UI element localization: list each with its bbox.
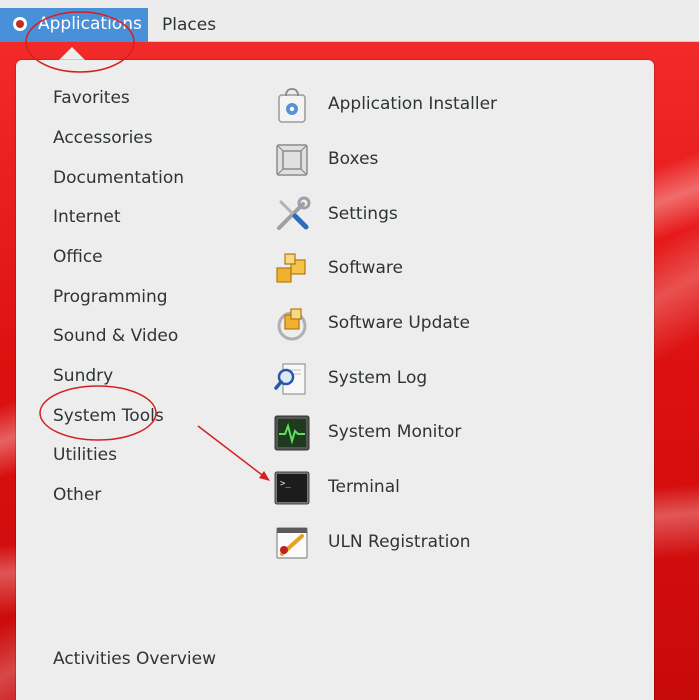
app-software-update[interactable]: Software Update bbox=[273, 305, 633, 349]
category-other[interactable]: Other bbox=[53, 485, 101, 505]
activities-overview-link[interactable]: Activities Overview bbox=[53, 649, 216, 669]
category-utilities[interactable]: Utilities bbox=[53, 445, 117, 465]
uln-registration-icon bbox=[276, 527, 308, 559]
system-monitor-icon bbox=[274, 415, 310, 451]
app-boxes[interactable]: Boxes bbox=[273, 141, 633, 185]
category-accessories[interactable]: Accessories bbox=[53, 128, 153, 148]
distro-logo-icon bbox=[13, 17, 27, 31]
app-application-installer[interactable]: Application Installer bbox=[273, 86, 633, 130]
app-label: System Monitor bbox=[328, 422, 462, 442]
app-system-log[interactable]: System Log bbox=[273, 360, 633, 404]
app-label: Software bbox=[328, 258, 403, 278]
svg-text:>_: >_ bbox=[280, 479, 291, 489]
software-icon bbox=[276, 253, 306, 283]
category-sundry[interactable]: Sundry bbox=[53, 366, 113, 386]
app-label: ULN Registration bbox=[328, 532, 471, 552]
menu-pointer bbox=[58, 47, 86, 61]
app-label: Application Installer bbox=[328, 94, 498, 114]
app-label: Settings bbox=[328, 204, 398, 224]
app-terminal[interactable]: >_ Terminal bbox=[273, 469, 633, 513]
category-sound-video[interactable]: Sound & Video bbox=[53, 326, 178, 346]
category-system-tools[interactable]: System Tools bbox=[53, 406, 164, 426]
applications-menu-button[interactable]: Applications bbox=[0, 8, 148, 42]
app-settings[interactable]: Settings bbox=[273, 196, 633, 240]
app-label: Software Update bbox=[328, 313, 470, 333]
category-programming[interactable]: Programming bbox=[53, 287, 168, 307]
app-label: Terminal bbox=[328, 477, 400, 497]
settings-icon bbox=[277, 196, 311, 230]
system-log-icon bbox=[274, 363, 306, 395]
app-label: Boxes bbox=[328, 149, 379, 169]
application-installer-icon bbox=[278, 88, 306, 123]
boxes-icon bbox=[276, 144, 308, 176]
category-internet[interactable]: Internet bbox=[53, 207, 121, 227]
terminal-icon: >_ bbox=[274, 471, 310, 505]
category-documentation[interactable]: Documentation bbox=[53, 168, 184, 188]
category-favorites[interactable]: Favorites bbox=[53, 88, 130, 108]
app-system-monitor[interactable]: System Monitor bbox=[273, 414, 633, 458]
software-update-icon bbox=[277, 308, 307, 341]
category-office[interactable]: Office bbox=[53, 247, 103, 267]
top-panel: Applications Places bbox=[0, 0, 699, 42]
app-label: System Log bbox=[328, 368, 428, 388]
app-uln-registration[interactable]: ULN Registration bbox=[273, 524, 633, 568]
places-menu-button[interactable]: Places bbox=[162, 8, 216, 42]
applications-label: Applications bbox=[38, 14, 142, 34]
app-software[interactable]: Software bbox=[273, 250, 633, 294]
